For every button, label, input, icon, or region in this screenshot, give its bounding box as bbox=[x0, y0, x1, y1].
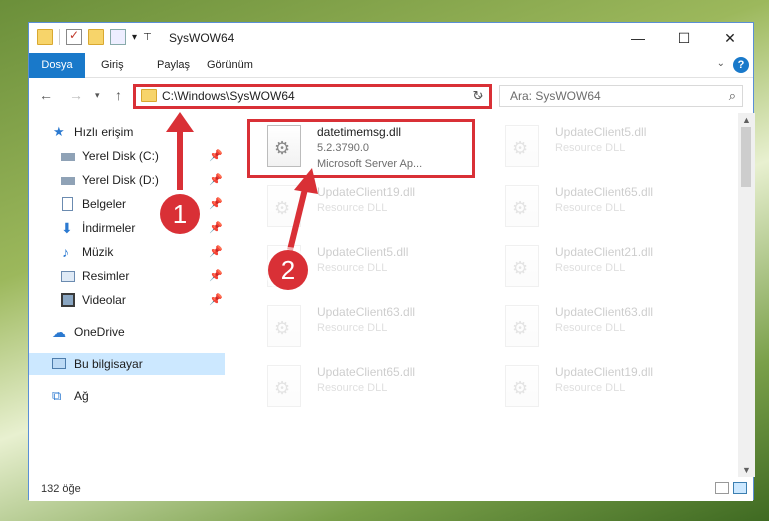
tab-file[interactable]: Dosya bbox=[29, 53, 85, 78]
scroll-up-icon[interactable]: ▲ bbox=[742, 115, 751, 125]
file-tile[interactable]: UpdateClient65.dll Resource DLL bbox=[249, 361, 479, 417]
scroll-down-icon[interactable]: ▼ bbox=[742, 465, 751, 475]
sidebar-item-videos[interactable]: Videolar 📌 bbox=[29, 289, 225, 311]
video-icon bbox=[61, 293, 75, 307]
pin-toolbar-icon[interactable]: ⊤ bbox=[143, 32, 152, 43]
file-tile[interactable]: UpdateClient65.dll Resource DLL bbox=[487, 181, 717, 237]
file-tile[interactable]: UpdateClient21.dll Resource DLL bbox=[487, 241, 717, 297]
pin-icon[interactable]: 📌 bbox=[209, 241, 223, 263]
status-bar: 132 öğe bbox=[29, 477, 753, 501]
file-tile[interactable]: UpdateClient19.dll Resource DLL bbox=[487, 361, 717, 417]
ribbon: Dosya Giriş Paylaş Görünüm ⌄ ? bbox=[29, 53, 753, 78]
sidebar-item-this-pc[interactable]: Bu bilgisayar bbox=[29, 353, 225, 375]
network-icon: ⧉ bbox=[52, 388, 62, 403]
file-list: datetimemsg.dll 5.2.3790.0 Microsoft Ser… bbox=[229, 113, 739, 477]
tiles-view-icon[interactable] bbox=[733, 482, 747, 494]
minimize-button[interactable]: — bbox=[615, 23, 661, 53]
dll-file-icon bbox=[267, 365, 301, 407]
file-tile[interactable]: UpdateClient63.dll Resource DLL bbox=[249, 301, 479, 357]
callout-two: 2 bbox=[268, 250, 308, 290]
sidebar-item-pictures[interactable]: Resimler 📌 bbox=[29, 265, 225, 287]
sidebar-item-network[interactable]: ⧉ Ağ bbox=[29, 385, 225, 407]
window-title: SysWOW64 bbox=[169, 31, 235, 45]
navigation-pane: ★ Hızlı erişim Yerel Disk (C:) 📌 Yerel D… bbox=[29, 113, 225, 477]
sidebar-item-disk-d[interactable]: Yerel Disk (D:) 📌 bbox=[29, 169, 225, 191]
search-placeholder: Ara: SysWOW64 bbox=[510, 89, 601, 103]
picture-icon bbox=[61, 271, 75, 282]
title-bar: ▾ ⊤ SysWOW64 — ☐ ✕ bbox=[29, 23, 753, 53]
search-icon: ⌕ bbox=[728, 88, 736, 103]
details-view-icon[interactable] bbox=[715, 482, 729, 494]
file-tile[interactable]: UpdateClient63.dll Resource DLL bbox=[487, 301, 717, 357]
download-icon: ⬇ bbox=[61, 220, 73, 236]
help-button[interactable]: ? bbox=[733, 57, 749, 73]
sidebar-item-quick-access[interactable]: ★ Hızlı erişim bbox=[29, 121, 225, 143]
dll-file-icon bbox=[267, 185, 301, 227]
expand-ribbon-icon[interactable]: ⌄ bbox=[717, 58, 725, 69]
quick-access-toolbar: ▾ ⊤ bbox=[37, 28, 152, 45]
music-icon: ♪ bbox=[62, 244, 69, 260]
document-icon bbox=[62, 197, 73, 211]
sidebar-item-onedrive[interactable]: ☁ OneDrive bbox=[29, 321, 225, 343]
pin-icon[interactable]: 📌 bbox=[209, 265, 223, 287]
recent-locations-icon[interactable]: ▾ bbox=[95, 90, 100, 101]
dll-file-icon bbox=[505, 365, 539, 407]
callout-one: 1 bbox=[160, 194, 200, 234]
up-arrow-icon[interactable]: ↑ bbox=[115, 87, 122, 103]
maximize-button[interactable]: ☐ bbox=[661, 23, 707, 53]
dll-file-icon bbox=[505, 305, 539, 347]
tab-home[interactable]: Giriş bbox=[89, 53, 136, 78]
pin-icon[interactable]: 📌 bbox=[209, 217, 223, 239]
address-highlight-box bbox=[133, 84, 492, 109]
file-tile[interactable]: UpdateClient19.dll Resource DLL bbox=[249, 181, 479, 237]
dll-file-icon bbox=[267, 305, 301, 347]
tab-share[interactable]: Paylaş bbox=[145, 53, 202, 78]
computer-icon bbox=[52, 358, 66, 369]
pin-icon[interactable]: 📌 bbox=[209, 289, 223, 311]
properties-icon[interactable] bbox=[110, 29, 126, 45]
drive-icon bbox=[61, 153, 75, 161]
sidebar-item-music[interactable]: ♪ Müzik 📌 bbox=[29, 241, 225, 263]
dll-file-icon bbox=[505, 185, 539, 227]
star-icon: ★ bbox=[53, 124, 65, 139]
navigation-bar: ← → ▾ ↑ C:\Windows\SysWOW64 ⌄ ↻ Ara: Sys… bbox=[29, 79, 753, 113]
search-input[interactable]: Ara: SysWOW64 ⌕ bbox=[499, 85, 743, 107]
pin-icon[interactable]: 📌 bbox=[209, 193, 223, 215]
dll-file-icon bbox=[505, 245, 539, 287]
close-button[interactable]: ✕ bbox=[707, 23, 753, 53]
customize-qa-icon[interactable]: ▾ bbox=[132, 32, 137, 43]
folder-icon[interactable] bbox=[37, 29, 53, 45]
vertical-scrollbar[interactable]: ▲ ▼ bbox=[738, 113, 755, 477]
forward-arrow-icon[interactable]: → bbox=[69, 87, 83, 103]
tab-view[interactable]: Görünüm bbox=[195, 53, 265, 78]
pin-icon[interactable]: 📌 bbox=[209, 169, 223, 191]
file-tile[interactable]: UpdateClient5.dll Resource DLL bbox=[487, 121, 717, 177]
pin-icon[interactable]: 📌 bbox=[209, 145, 223, 167]
item-count: 132 öğe bbox=[41, 483, 81, 495]
back-arrow-icon[interactable]: ← bbox=[39, 87, 53, 103]
file-highlight-box bbox=[247, 119, 475, 178]
scrollbar-thumb[interactable] bbox=[741, 127, 751, 187]
cloud-icon: ☁ bbox=[52, 324, 66, 340]
new-folder-icon[interactable] bbox=[88, 29, 104, 45]
explorer-window: ▾ ⊤ SysWOW64 — ☐ ✕ Dosya Giriş Paylaş Gö… bbox=[28, 22, 755, 501]
drive-icon bbox=[61, 177, 75, 185]
sidebar-item-disk-c[interactable]: Yerel Disk (C:) 📌 bbox=[29, 145, 225, 167]
refresh-icon[interactable]: ↻ bbox=[466, 85, 490, 107]
properties-check-icon[interactable] bbox=[66, 28, 82, 45]
dll-file-icon bbox=[505, 125, 539, 167]
